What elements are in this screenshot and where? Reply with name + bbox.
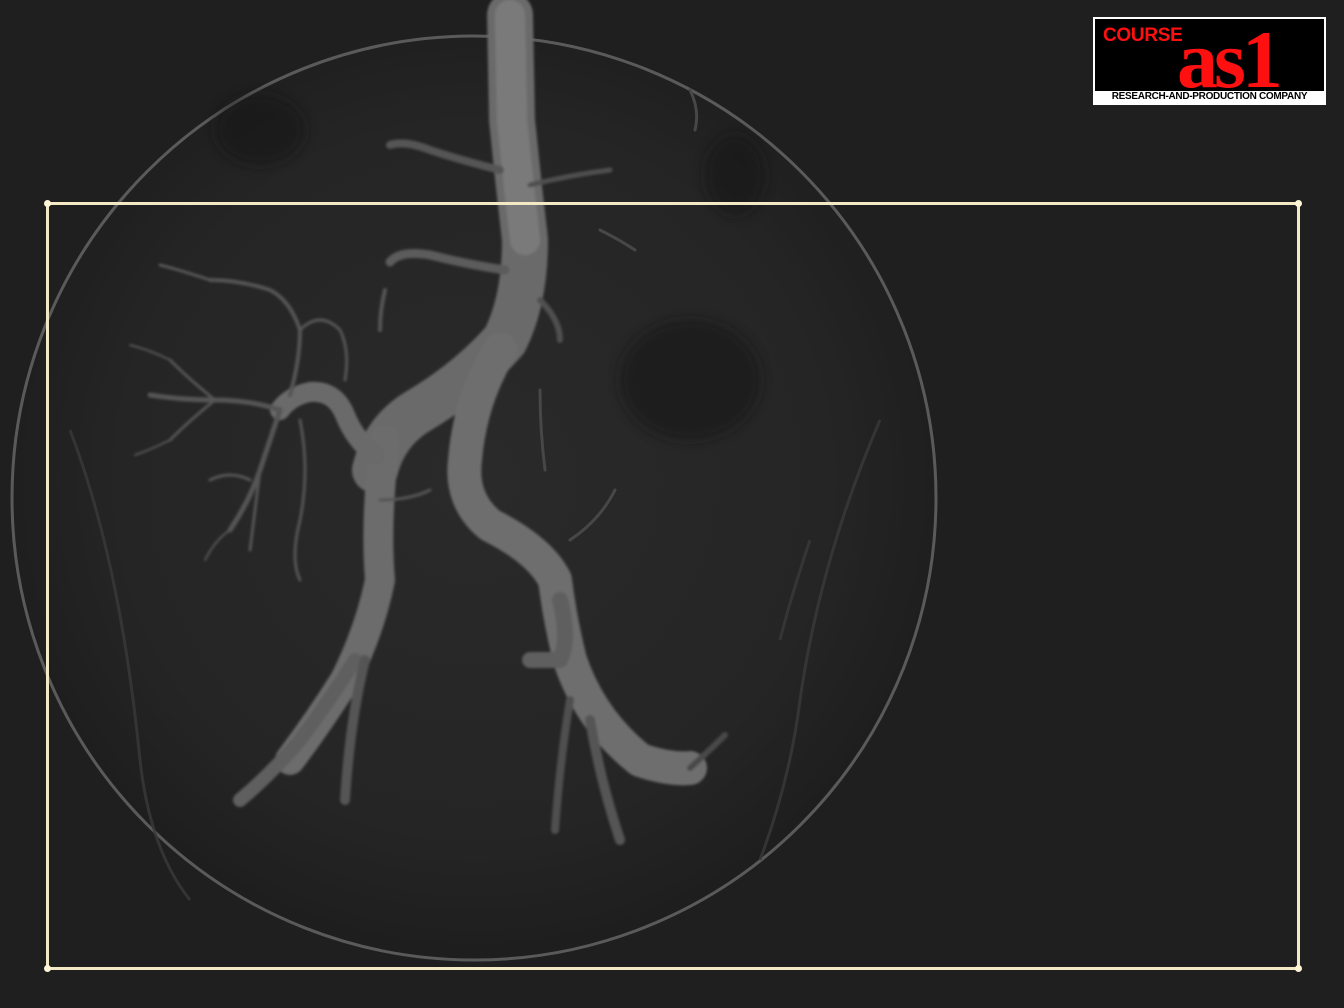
logo-tagline: RESEARCH-AND-PRODUCTION COMPANY — [1095, 91, 1324, 103]
angiogram-viewer: COURSE as1 RESEARCH-AND-PRODUCTION COMPA… — [0, 0, 1344, 1008]
svg-text:as1: as1 — [1177, 21, 1279, 91]
company-logo: COURSE as1 RESEARCH-AND-PRODUCTION COMPA… — [1093, 17, 1326, 105]
angiogram-image — [10, 0, 938, 962]
logo-word: COURSE — [1103, 25, 1183, 46]
logo-mark-graphic: as1 — [1177, 21, 1283, 91]
